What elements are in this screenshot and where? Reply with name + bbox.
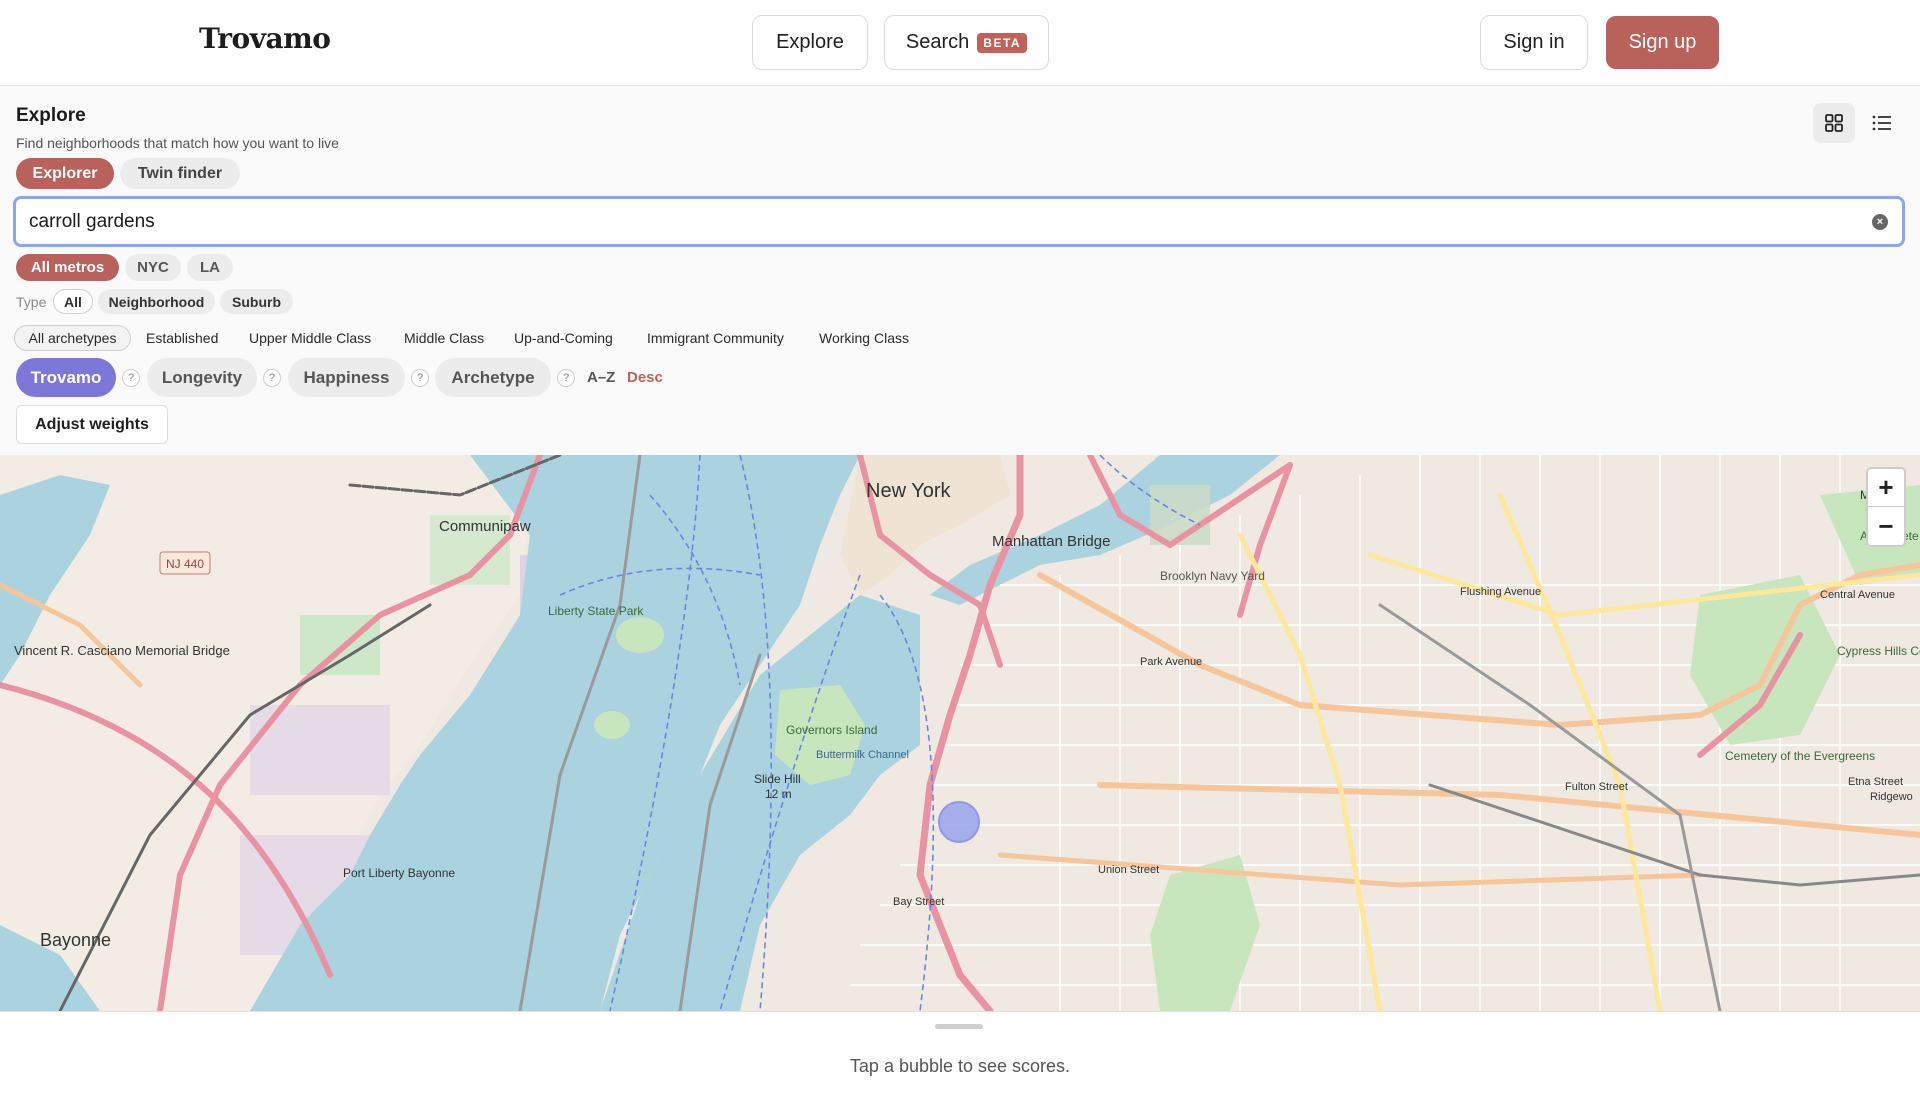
mode-twin-finder-tab[interactable]: Twin finder — [120, 158, 240, 189]
route-shield-nj440: NJ 440 — [166, 557, 204, 571]
map-label-governors-island: Governors Island — [786, 723, 877, 737]
help-icon[interactable]: ? — [411, 369, 429, 387]
search-box: × — [13, 196, 1905, 247]
map-label-flushing-avenue: Flushing Avenue — [1460, 586, 1541, 598]
bottom-sheet: Tap a bubble to see scores. — [0, 1011, 1920, 1104]
archetype-chip-all[interactable]: All archetypes — [14, 325, 131, 351]
map-label-ridgewood: Ridgewo — [1870, 791, 1913, 803]
map-label-manhattan-bridge: Manhattan Bridge — [992, 533, 1110, 550]
map-label-central-avenue: Central Avenue — [1820, 589, 1895, 601]
neighborhood-map[interactable]: New York Manhattan Bridge Communipaw Lib… — [0, 455, 1920, 1011]
sort-trovamo-button[interactable]: Trovamo — [16, 358, 116, 397]
map-label-bayonne: Bayonne — [40, 930, 111, 950]
metro-chip-nyc[interactable]: NYC — [125, 254, 181, 281]
search-input[interactable] — [29, 208, 1849, 236]
help-icon[interactable]: ? — [557, 369, 575, 387]
zoom-in-button[interactable]: + — [1868, 469, 1904, 507]
sort-alphabetical-toggle[interactable]: A–Z — [587, 369, 615, 386]
grid-icon — [1825, 114, 1843, 132]
map-label-park-avenue: Park Avenue — [1140, 656, 1202, 668]
map-label-cemetery-evergreens: Cemetery of the Evergreens — [1725, 749, 1875, 763]
sign-up-button[interactable]: Sign up — [1606, 16, 1719, 69]
type-chip-all[interactable]: All — [53, 289, 93, 314]
sheet-drag-handle[interactable] — [935, 1024, 983, 1029]
neighborhood-bubble[interactable] — [938, 801, 980, 843]
map-label-port-liberty: Port Liberty Bayonne — [343, 866, 455, 880]
grid-view-toggle[interactable] — [1813, 103, 1855, 143]
map-label-fulton-street: Fulton Street — [1565, 781, 1628, 793]
zoom-controls: + − — [1866, 467, 1906, 547]
map-label-vincent-casciano-bridge: Vincent R. Casciano Memorial Bridge — [14, 643, 230, 658]
archetype-chip-working-class[interactable]: Working Class — [819, 325, 909, 351]
sort-happiness-button[interactable]: Happiness — [288, 358, 405, 397]
explore-nav-button[interactable]: Explore — [752, 15, 868, 70]
type-chip-neighborhood[interactable]: Neighborhood — [98, 289, 215, 314]
help-icon[interactable]: ? — [263, 369, 281, 387]
archetype-chip-immigrant-community[interactable]: Immigrant Community — [647, 325, 784, 351]
page-title: Explore — [16, 105, 86, 126]
map-label-cypress-hills: Cypress Hills Cemet — [1837, 644, 1920, 658]
map-label-communipaw: Communipaw — [439, 518, 531, 535]
archetype-chip-middle-class[interactable]: Middle Class — [404, 325, 484, 351]
adjust-weights-button[interactable]: Adjust weights — [16, 405, 168, 444]
help-icon[interactable]: ? — [122, 369, 140, 387]
list-view-toggle[interactable] — [1862, 103, 1902, 143]
map-label-slide-hill-elevation: 12 m — [765, 787, 792, 801]
top-navigation: Trovamo Explore Search BETA Sign in Sign… — [0, 0, 1920, 86]
map-label-new-york: New York — [866, 480, 951, 502]
map-label-union-street: Union Street — [1098, 864, 1159, 876]
map-label-liberty-state-park: Liberty State Park — [548, 604, 644, 618]
archetype-chip-upper-middle-class[interactable]: Upper Middle Class — [249, 325, 371, 351]
map-label-etna-street: Etna Street — [1848, 776, 1903, 788]
logo[interactable]: Trovamo — [199, 22, 331, 55]
map-label-brooklyn-navy-yard: Brooklyn Navy Yard — [1160, 569, 1265, 583]
archetype-chip-up-and-coming[interactable]: Up-and-Coming — [514, 325, 613, 351]
map-tiles: New York Manhattan Bridge Communipaw Lib… — [0, 455, 1920, 1011]
type-filter-label: Type — [16, 294, 47, 310]
type-chip-suburb[interactable]: Suburb — [220, 289, 293, 314]
search-nav-label: Search — [905, 31, 970, 53]
search-nav-button[interactable]: Search BETA — [884, 15, 1049, 70]
mode-explorer-tab[interactable]: Explorer — [16, 158, 114, 189]
map-label-slide-hill: Slide Hill — [754, 772, 801, 786]
explore-panel: Explore Find neighborhoods that match ho… — [0, 87, 1920, 455]
map-label-bay-street: Bay Street — [893, 896, 944, 908]
sort-longevity-button[interactable]: Longevity — [147, 358, 257, 397]
sign-in-button[interactable]: Sign in — [1480, 15, 1588, 70]
beta-badge: BETA — [977, 32, 1028, 53]
sort-direction-toggle[interactable]: Desc — [627, 369, 663, 386]
map-label-buttermilk-channel: Buttermilk Channel — [816, 749, 909, 761]
clear-search-icon[interactable]: × — [1872, 214, 1888, 230]
metro-chip-all[interactable]: All metros — [16, 254, 119, 281]
page-subtitle: Find neighborhoods that match how you wa… — [16, 135, 339, 151]
zoom-out-button[interactable]: − — [1868, 507, 1904, 545]
metro-chip-la[interactable]: LA — [187, 254, 233, 281]
sheet-message: Tap a bubble to see scores. — [849, 1056, 1071, 1076]
list-icon — [1872, 115, 1891, 131]
sort-archetype-button[interactable]: Archetype — [435, 358, 551, 397]
archetype-chip-established[interactable]: Established — [146, 325, 218, 351]
